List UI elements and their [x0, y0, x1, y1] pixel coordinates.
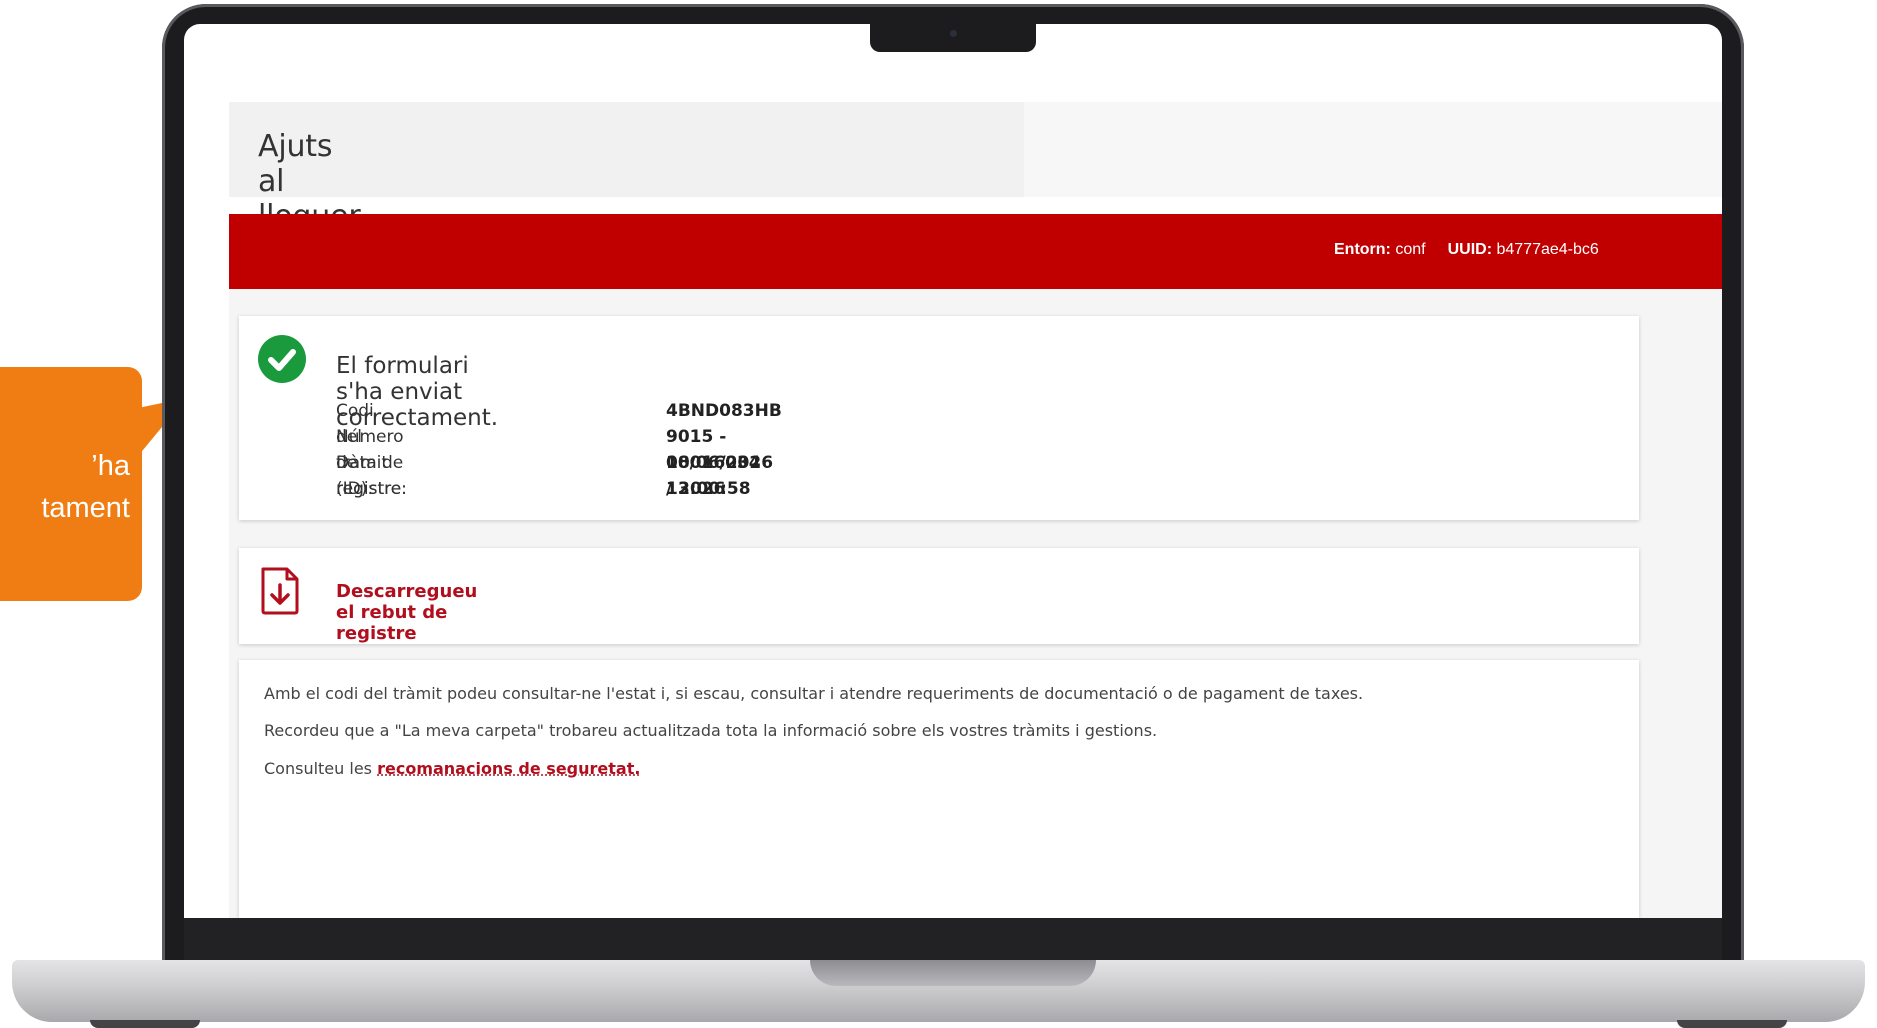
uuid-value: b4777ae4-bc6	[1496, 241, 1599, 258]
screen-bezel-bottom	[184, 918, 1722, 964]
download-document-icon[interactable]	[259, 566, 301, 616]
callout-text: ’ha tament	[0, 445, 130, 529]
id-value: 4BND083HB	[666, 401, 782, 421]
note-line-3: Consulteu les recomanacions de seguretat…	[264, 759, 640, 778]
environment-info: Entorn: conf UUID: b4777ae4-bc6	[1334, 241, 1599, 259]
check-circle-icon	[258, 335, 306, 383]
camera-lens	[950, 30, 957, 37]
env-label: Entorn:	[1334, 241, 1391, 258]
laptop-foot-right	[1677, 1020, 1787, 1028]
laptop-screen: Ajuts al lloguer per a joves fins a 35 a…	[184, 24, 1722, 918]
registry-date-label: Data de registre:	[336, 453, 407, 499]
env-value: conf	[1395, 241, 1426, 258]
uuid-label: UUID:	[1447, 241, 1493, 258]
header-strip	[1024, 102, 1722, 197]
callout-line-1: ’ha	[91, 450, 130, 482]
note-line-3-prefix: Consulteu les	[264, 759, 372, 778]
note-line-2: Recordeu que a "La meva carpeta" trobare…	[264, 721, 1158, 740]
camera-notch	[870, 24, 1036, 52]
note-line-1: Amb el codi del tràmit podeu consultar-n…	[264, 684, 1364, 703]
security-recommendations-link[interactable]: recomanacions de seguretat.	[377, 759, 640, 778]
laptop-foot-left	[90, 1020, 200, 1028]
laptop-base-opening	[810, 960, 1096, 986]
registry-date-value: 08/06/2026 13:00:58	[666, 453, 774, 499]
callout-line-2: tament	[41, 492, 130, 524]
download-receipt-link[interactable]: Descarregueu el rebut de registre	[336, 581, 477, 644]
